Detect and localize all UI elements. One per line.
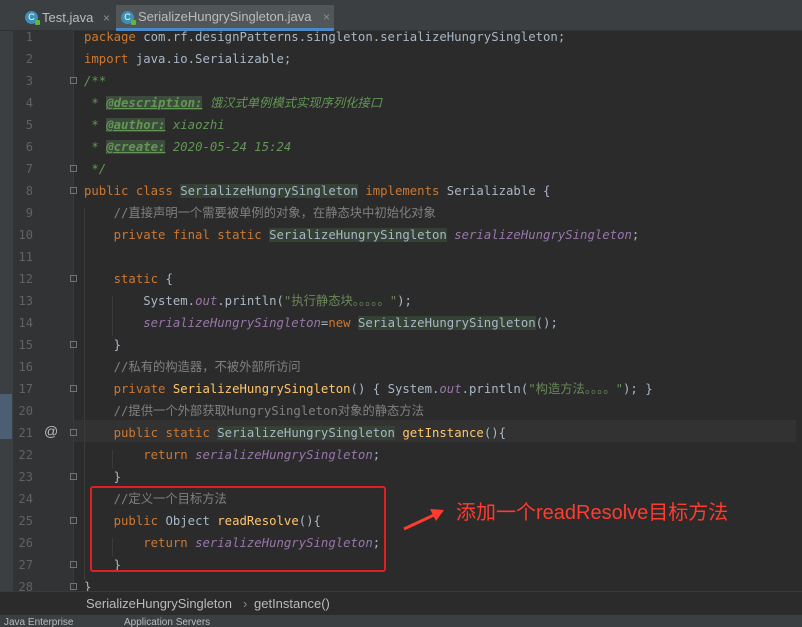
line-number: 10 xyxy=(18,228,33,242)
line-number: 1 xyxy=(25,30,33,44)
fold-marker[interactable] xyxy=(70,275,77,282)
line-number: 2 xyxy=(25,52,33,66)
line-number: 9 xyxy=(25,206,33,220)
code-line[interactable]: 13 System.out.println("执行静态块。。。。。"); xyxy=(0,290,802,312)
code-line[interactable]: 23 } xyxy=(0,466,802,488)
line-number: 20 xyxy=(18,404,33,418)
line-number: 4 xyxy=(25,96,33,110)
tab-label: Test.java xyxy=(42,10,94,25)
fold-marker[interactable] xyxy=(70,429,77,436)
code-text[interactable]: return serializeHungrySingleton; xyxy=(84,444,380,466)
fold-marker[interactable] xyxy=(70,341,77,348)
code-line[interactable]: 7 */ xyxy=(0,158,802,180)
line-number: 22 xyxy=(18,448,33,462)
code-line[interactable]: 1 package com.rf.designPatterns.singleton… xyxy=(0,26,802,48)
fold-marker[interactable] xyxy=(70,583,77,590)
code-text[interactable]: private SerializeHungrySingleton() { Sys… xyxy=(84,378,653,400)
line-number: 23 xyxy=(18,470,33,484)
line-number: 25 xyxy=(18,514,33,528)
line-number: 21 xyxy=(18,426,33,440)
code-text[interactable]: static { xyxy=(84,268,173,290)
java-class-icon: C xyxy=(25,11,40,25)
code-text[interactable]: package com.rf.designPatterns.singleton.… xyxy=(84,26,565,48)
code-line[interactable]: 12 static { xyxy=(0,268,802,290)
override-marker-icon[interactable]: @ xyxy=(44,420,58,442)
breadcrumb: SerializeHungrySingleton › getInstance() xyxy=(0,591,802,616)
code-text[interactable]: import java.io.Serializable; xyxy=(84,48,291,70)
breadcrumb-separator: › xyxy=(243,596,248,611)
code-line[interactable]: 22 return serializeHungrySingleton; xyxy=(0,444,802,466)
fold-marker[interactable] xyxy=(70,77,77,84)
code-text[interactable]: /** xyxy=(84,70,106,92)
code-text[interactable]: //提供一个外部获取HungrySingleton对象的静态方法 xyxy=(84,400,424,422)
code-line[interactable]: 14 serializeHungrySingleton=new Serializ… xyxy=(0,312,802,334)
bottom-tool-bar: Java Enterprise Application Servers xyxy=(0,615,802,627)
line-number: 5 xyxy=(25,118,33,132)
code-text[interactable]: //直接声明一个需要被单例的对象，在静态块中初始化对象 xyxy=(84,202,436,224)
code-text[interactable]: serializeHungrySingleton=new SerializeHu… xyxy=(84,312,558,334)
line-number: 3 xyxy=(25,74,33,88)
annotation-text: 添加一个readResolve目标方法 xyxy=(456,502,729,524)
line-number: 6 xyxy=(25,140,33,154)
code-line[interactable]: 17 private SerializeHungrySingleton() { … xyxy=(0,378,802,400)
code-line[interactable]: 3 /** xyxy=(0,70,802,92)
code-line[interactable]: 6 * @create: 2020-05-24 15:24 xyxy=(0,136,802,158)
line-number: 15 xyxy=(18,338,33,352)
code-text[interactable]: } xyxy=(84,466,121,488)
line-number: 7 xyxy=(25,162,33,176)
editor-scrollbar[interactable] xyxy=(796,31,802,591)
line-number: 17 xyxy=(18,382,33,396)
code-text[interactable]: private final static SerializeHungrySing… xyxy=(84,224,639,246)
java-enterprise-tab[interactable]: Java Enterprise xyxy=(4,617,73,627)
code-text[interactable]: * @create: 2020-05-24 15:24 xyxy=(84,136,291,158)
code-line[interactable]: 4 * @description: 饿汉式单例模式实现序列化接口 xyxy=(0,92,802,114)
breadcrumb-method[interactable]: getInstance() xyxy=(254,592,330,616)
code-text[interactable]: System.out.println("执行静态块。。。。。"); xyxy=(84,290,412,312)
fold-marker[interactable] xyxy=(70,473,77,480)
code-line[interactable]: 21 public static SerializeHungrySingleto… xyxy=(0,422,802,444)
line-number: 11 xyxy=(18,250,33,264)
code-line[interactable]: 8 public class SerializeHungrySingleton i… xyxy=(0,180,802,202)
code-text[interactable]: public class SerializeHungrySingleton im… xyxy=(84,180,550,202)
line-number: 24 xyxy=(18,492,33,506)
code-text[interactable]: * @description: 饿汉式单例模式实现序列化接口 xyxy=(84,92,382,114)
arrow-icon xyxy=(403,509,444,531)
line-number: 26 xyxy=(18,536,33,550)
fold-marker[interactable] xyxy=(70,187,77,194)
code-line[interactable]: 16 //私有的构造器，不被外部所访问 xyxy=(0,356,802,378)
code-line[interactable]: 11 xyxy=(0,246,802,268)
breadcrumb-class[interactable]: SerializeHungrySingleton xyxy=(86,592,232,616)
line-number: 16 xyxy=(18,360,33,374)
code-line[interactable]: 10 private final static SerializeHungryS… xyxy=(0,224,802,246)
line-number: 14 xyxy=(18,316,33,330)
code-line[interactable]: 2 import java.io.Serializable; xyxy=(0,48,802,70)
tab-label: SerializeHungrySingleton.java xyxy=(138,9,312,24)
code-line[interactable]: 15 } xyxy=(0,334,802,356)
fold-marker[interactable] xyxy=(70,165,77,172)
code-text[interactable]: public static SerializeHungrySingleton g… xyxy=(84,422,506,444)
code-text[interactable]: //私有的构造器，不被外部所访问 xyxy=(84,356,301,378)
fold-marker[interactable] xyxy=(70,385,77,392)
highlight-box xyxy=(90,486,386,572)
line-number: 13 xyxy=(18,294,33,308)
java-class-icon: C xyxy=(121,11,136,25)
fold-marker[interactable] xyxy=(70,561,77,568)
code-text[interactable]: } xyxy=(84,334,121,356)
code-line[interactable]: 5 * @author: xiaozhi xyxy=(0,114,802,136)
line-number: 8 xyxy=(25,184,33,198)
fold-marker[interactable] xyxy=(70,517,77,524)
line-number: 12 xyxy=(18,272,33,286)
application-servers-tab[interactable]: Application Servers xyxy=(124,617,210,627)
code-text[interactable]: * @author: xiaozhi xyxy=(84,114,225,136)
code-text[interactable]: */ xyxy=(84,158,106,180)
line-number: 27 xyxy=(18,558,33,572)
code-line[interactable]: 20 //提供一个外部获取HungrySingleton对象的静态方法 xyxy=(0,400,802,422)
code-line[interactable]: 9 //直接声明一个需要被单例的对象，在静态块中初始化对象 xyxy=(0,202,802,224)
